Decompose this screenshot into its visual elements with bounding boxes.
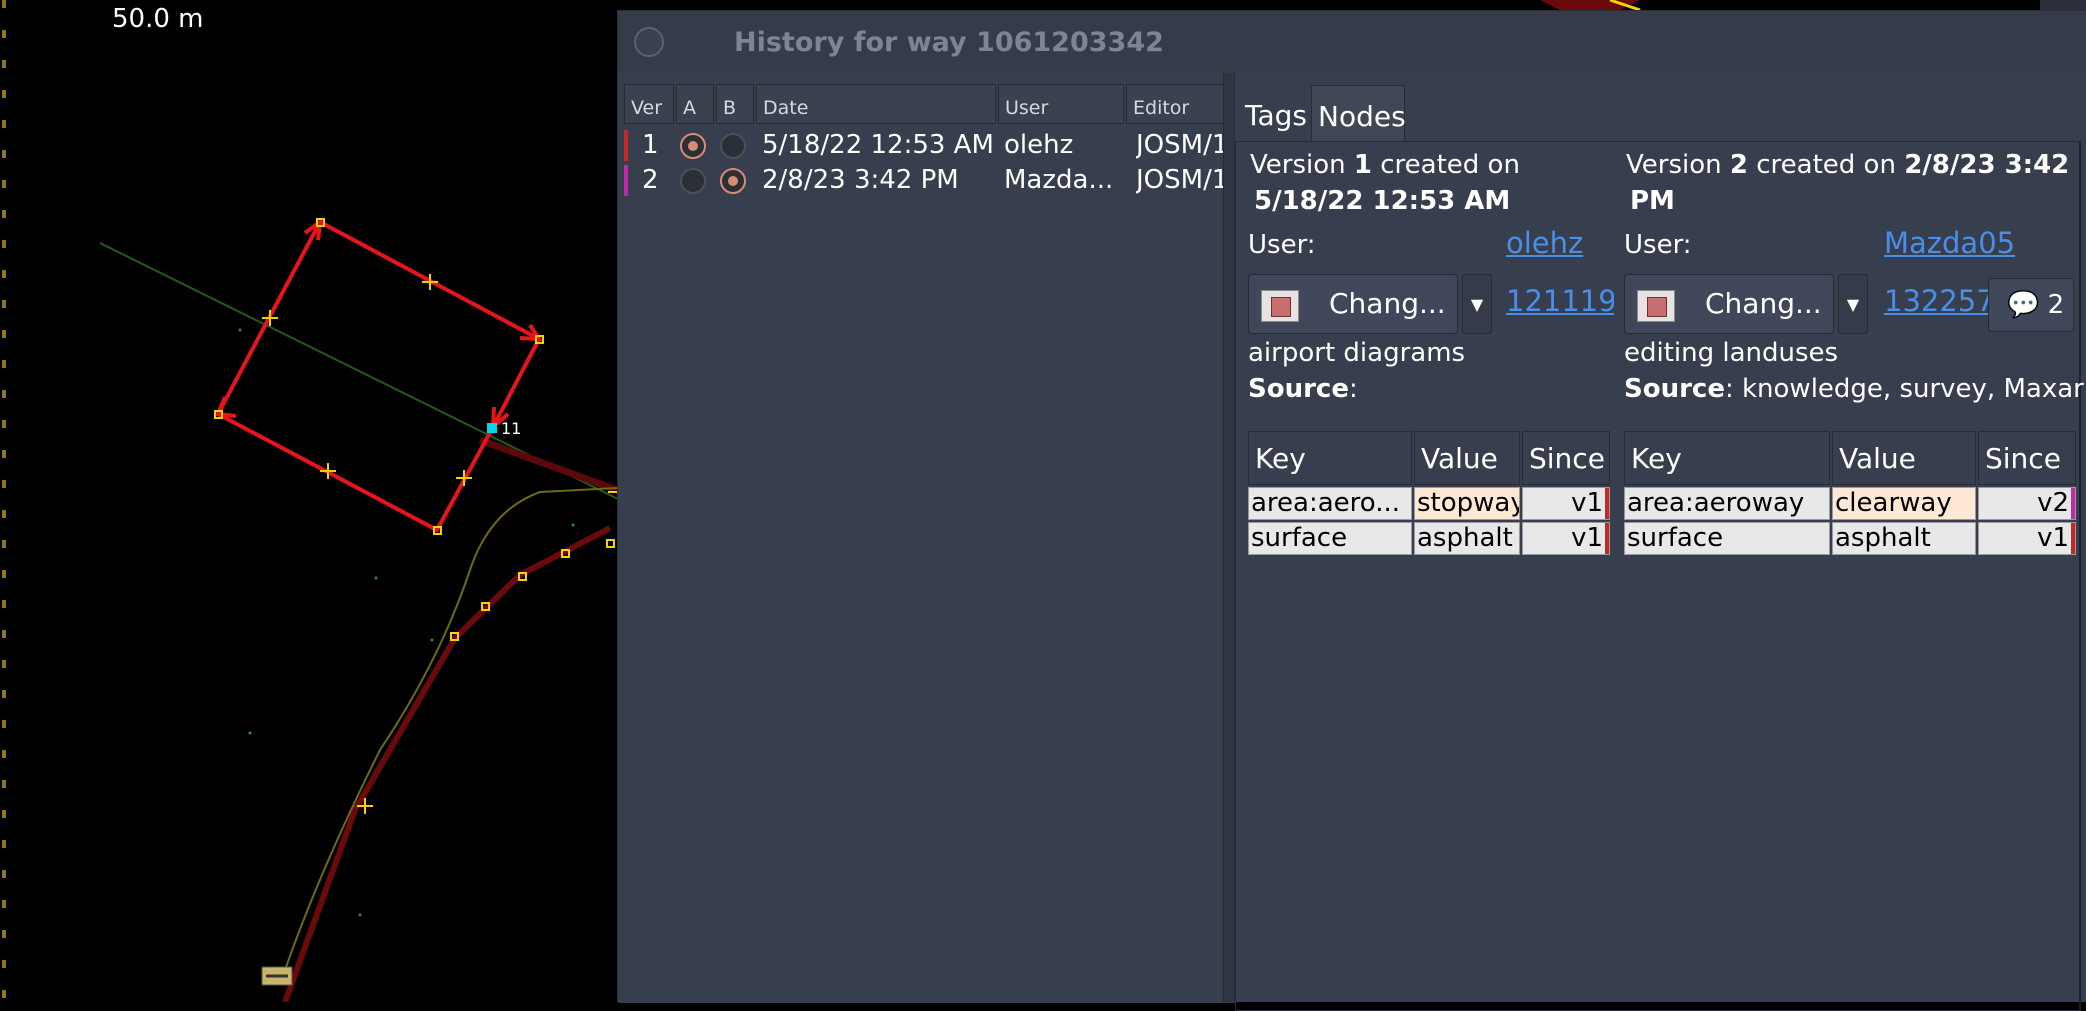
tag-since[interactable]: v2 (1978, 487, 2076, 520)
tag-key[interactable]: surface (1248, 522, 1412, 555)
radio-b-v1[interactable] (720, 133, 746, 159)
column-header-b[interactable]: B (716, 84, 754, 124)
dialog-titlebar[interactable]: History for way 1061203342 (618, 11, 2086, 73)
tag-value[interactable]: stopway (1414, 487, 1520, 520)
node-label: 11 (501, 419, 521, 438)
map-marker-icon[interactable] (261, 966, 293, 986)
changeset-button-left[interactable]: Chang... (1248, 274, 1458, 334)
tag-value[interactable]: asphalt (1832, 522, 1976, 555)
selected-node[interactable] (487, 423, 497, 433)
tag-since[interactable]: v1 (1522, 487, 1610, 520)
version-prefix: Version (1250, 150, 1346, 180)
history-dialog: History for way 1061203342 Ver A B Date … (617, 10, 2086, 1011)
changeset-link-left[interactable]: 121119: (1506, 284, 1614, 318)
created-on-text: created on (1380, 150, 1520, 180)
tab-tags[interactable]: Tags (1239, 85, 1309, 141)
column-header-date[interactable]: Date (756, 84, 996, 124)
column-header-user[interactable]: User (998, 84, 1124, 124)
source-label: Source (1248, 374, 1349, 404)
dialog-title: History for way 1061203342 (734, 27, 1164, 58)
version-user: Mazda... (1004, 165, 1114, 195)
version-color-bar (624, 130, 628, 161)
column-header-editor[interactable]: Editor (1126, 84, 1223, 124)
version-date-right-line2: PM (1630, 186, 1675, 216)
version-number-left: 1 (1353, 150, 1372, 180)
version-number: 2 (642, 165, 659, 195)
source-value: : (1348, 374, 1358, 404)
changeset-icon (1637, 290, 1675, 322)
version-date-right: 2/8/23 3:42 (1904, 150, 2070, 180)
tag-value[interactable]: asphalt (1414, 522, 1520, 555)
tag-key[interactable]: area:aero... (1248, 487, 1412, 520)
details-pane: Tags Nodes Version 1 created on 5/18/22 … (1235, 73, 2086, 1011)
version-date: 2/8/23 3:42 PM (762, 165, 959, 195)
changeset-button-label: Chang... (1705, 287, 1822, 320)
version-user: olehz (1004, 130, 1074, 160)
version-info-right: Version 2 created on 2/8/23 3:42 (1626, 150, 2069, 180)
version-number-right: 2 (1729, 150, 1748, 180)
pane-splitter[interactable] (1223, 73, 1235, 1003)
window-menu-button[interactable] (634, 27, 664, 57)
changeset-comment-left: airport diagrams (1248, 338, 1466, 368)
user-link-left[interactable]: olehz (1506, 226, 1616, 260)
tag-key[interactable]: area:aeroway (1624, 487, 1830, 520)
tag-since-text: v1 (2037, 523, 2069, 553)
radio-b-v2[interactable] (720, 168, 746, 194)
tag-key[interactable]: surface (1624, 522, 1830, 555)
version-editor: JOSM/1 (1136, 130, 1223, 160)
tag-since-text: v1 (1571, 523, 1603, 553)
tag-header-since[interactable]: Since (1978, 431, 2076, 485)
source-label: Source (1624, 374, 1725, 404)
tag-header-key[interactable]: Key (1624, 431, 1830, 485)
version-date-left: 5/18/22 12:53 AM (1254, 186, 1511, 216)
history-row[interactable]: 2 2/8/23 3:42 PM Mazda... JOSM/1 (624, 163, 1223, 198)
tag-header-key[interactable]: Key (1248, 431, 1412, 485)
comment-count: 2 (2047, 290, 2065, 320)
since-color-bar (2071, 523, 2075, 554)
scale-label: 50.0 m (112, 4, 204, 34)
user-label-left: User: (1248, 230, 1316, 260)
discussion-button[interactable]: 💬 2 (1988, 278, 2074, 332)
version-number: 1 (642, 130, 659, 160)
tag-header-value[interactable]: Value (1414, 431, 1520, 485)
column-header-a[interactable]: A (676, 84, 714, 124)
tag-since[interactable]: v1 (1522, 522, 1610, 555)
tag-since-text: v2 (2037, 488, 2069, 518)
version-prefix: Version (1626, 150, 1722, 180)
changeset-icon (1261, 290, 1299, 322)
version-editor: JOSM/1 (1136, 165, 1223, 195)
tags-panel: Version 1 created on 5/18/22 12:53 AM Us… (1235, 141, 2084, 1011)
tag-value[interactable]: clearway (1832, 487, 1976, 520)
tag-since[interactable]: v1 (1978, 522, 2076, 555)
radio-a-v1[interactable] (680, 133, 706, 159)
version-info-left: Version 1 created on (1250, 150, 1520, 180)
created-on-text: created on (1756, 150, 1896, 180)
changeset-dropdown-left[interactable]: ▼ (1462, 274, 1492, 334)
since-color-bar (1605, 488, 1609, 519)
tag-header-value[interactable]: Value (1832, 431, 1976, 485)
changeset-button-label: Chang... (1329, 287, 1446, 320)
source-right: Source: knowledge, survey, Maxar (1624, 374, 2084, 404)
changeset-dropdown-right[interactable]: ▼ (1838, 274, 1868, 334)
column-header-ver[interactable]: Ver (624, 84, 674, 124)
tab-nodes[interactable]: Nodes (1311, 85, 1406, 141)
user-link-right[interactable]: Mazda05 (1884, 226, 2024, 260)
changeset-button-right[interactable]: Chang... (1624, 274, 1834, 334)
changeset-comment-right: editing landuses (1624, 338, 1839, 368)
history-table: Ver A B Date User Editor 1 5/18/22 12:53… (618, 73, 1223, 1003)
source-left: Source: (1248, 374, 1358, 404)
tag-header-since[interactable]: Since (1522, 431, 1610, 485)
since-color-bar (1605, 523, 1609, 554)
map-top-right-widget (2040, 0, 2086, 10)
user-label-right: User: (1624, 230, 1692, 260)
comment-icon: 💬 (2007, 290, 2040, 320)
radio-a-v2[interactable] (680, 168, 706, 194)
since-color-bar (2071, 488, 2075, 519)
version-date: 5/18/22 12:53 AM (762, 130, 994, 160)
source-value: : knowledge, survey, Maxar (1724, 374, 2084, 404)
tag-since-text: v1 (1571, 488, 1603, 518)
version-color-bar (624, 165, 628, 196)
changeset-link-right[interactable]: 132257: (1884, 284, 1992, 318)
history-row[interactable]: 1 5/18/22 12:53 AM olehz JOSM/1 (624, 128, 1223, 163)
